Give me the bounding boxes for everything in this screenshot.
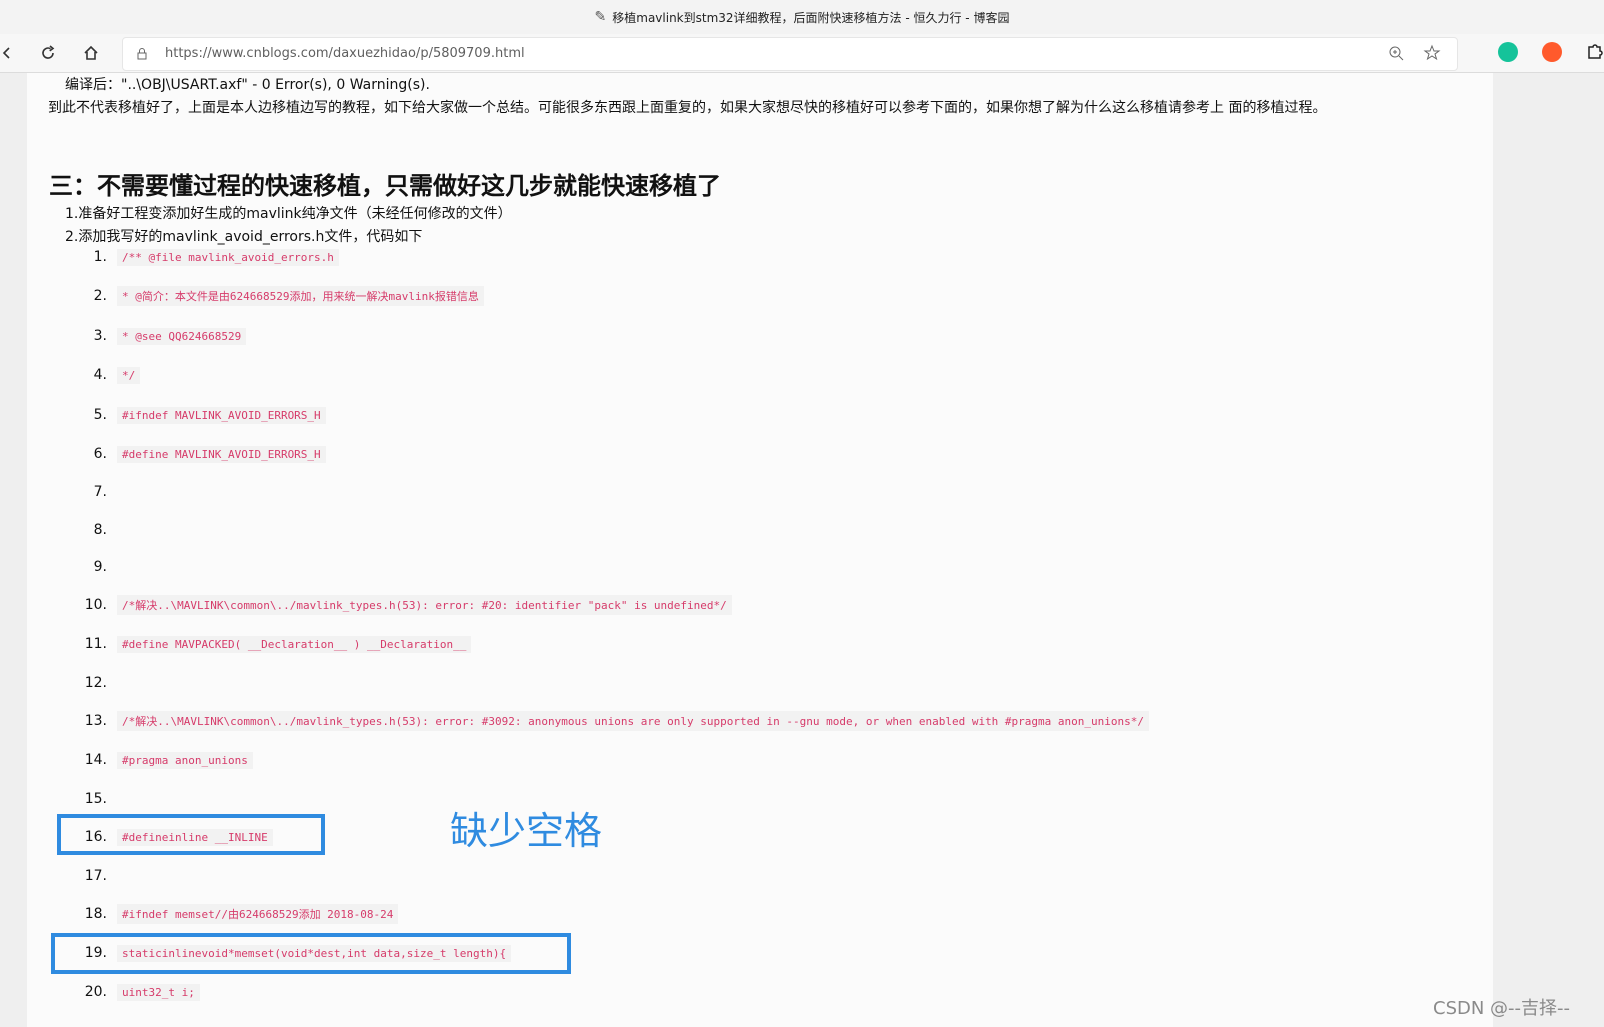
code-line: 14. #pragma anon_unions xyxy=(67,750,253,770)
code-line: 11. #define MAVPACKED( __Declaration__ ) … xyxy=(67,634,472,654)
code-line: 13. /*解决..\MAVLINK\common\../mavlink_type… xyxy=(67,711,1150,731)
line-number: 7. xyxy=(93,484,107,500)
code-line: 15. xyxy=(67,789,117,809)
code-line: 5. #ifndef MAVLINK_AVOID_ERRORS_H xyxy=(67,405,326,425)
back-icon[interactable] xyxy=(0,42,18,64)
code-text: #define MAVLINK_AVOID_ERRORS_H xyxy=(117,445,326,463)
code-text: #pragma anon_unions xyxy=(117,751,253,769)
code-text: /** @file mavlink_avoid_errors.h xyxy=(117,248,339,266)
code-line: 8. xyxy=(67,520,117,540)
code-text: uint32_t i; xyxy=(117,983,200,1001)
code-line: 9. xyxy=(67,557,117,577)
article-content: 编译后："..\OBJ\USART.axf" - 0 Error(s), 0 W… xyxy=(27,73,1493,1027)
line-number: 2. xyxy=(93,288,107,304)
line-number: 10. xyxy=(84,597,107,613)
compile-result-text: 编译后："..\OBJ\USART.axf" - 0 Error(s), 0 W… xyxy=(65,77,430,93)
code-text: #define MAVPACKED( __Declaration__ ) __D… xyxy=(117,635,472,653)
refresh-icon[interactable] xyxy=(37,42,59,64)
code-line: 1. /** @file mavlink_avoid_errors.h xyxy=(67,247,339,267)
line-number: 14. xyxy=(84,752,107,768)
code-line: 4. */ xyxy=(67,365,141,385)
extension-icon[interactable] xyxy=(1542,42,1562,62)
highlight-box-line-16 xyxy=(57,814,325,855)
code-line: 6. #define MAVLINK_AVOID_ERRORS_H xyxy=(67,444,326,464)
window-title: 移植mavlink到stm32详细教程，后面附快速移植方法 - 恒久力行 - 博… xyxy=(612,10,1010,25)
puzzle-icon[interactable] xyxy=(1585,42,1604,66)
code-line: 17. xyxy=(67,866,117,886)
line-number: 6. xyxy=(93,446,107,462)
code-line: 10. /*解决..\MAVLINK\common\../mavlink_type… xyxy=(67,595,732,615)
lock-icon xyxy=(135,46,149,65)
line-number: 4. xyxy=(93,367,107,383)
line-number: 15. xyxy=(84,791,107,807)
line-number: 12. xyxy=(84,675,107,691)
code-line: 18. #ifndef memset//由624668529添加 2018-08-… xyxy=(67,904,399,924)
address-bar[interactable]: https://www.cnblogs.com/daxuezhidao/p/58… xyxy=(122,37,1458,71)
line-number: 1. xyxy=(93,249,107,265)
line-number: 8. xyxy=(93,522,107,538)
summary-paragraph: 到此不代表移植好了，上面是本人边移植边写的教程，如下给大家做一个总结。可能很多东… xyxy=(48,100,1327,116)
code-line: 20. uint32_t i; xyxy=(67,982,200,1002)
code-text: /*解决..\MAVLINK\common\../mavlink_types.h… xyxy=(117,711,1150,731)
url-text: https://www.cnblogs.com/daxuezhidao/p/58… xyxy=(165,46,525,61)
code-text: * @简介：本文件是由624668529添加，用来统一解决mavlink报错信息 xyxy=(117,286,484,306)
home-icon[interactable] xyxy=(80,42,102,64)
line-number: 17. xyxy=(84,868,107,884)
browser-toolbar: https://www.cnblogs.com/daxuezhidao/p/58… xyxy=(0,34,1604,73)
code-line: 3. * @see QQ624668529 xyxy=(67,326,247,346)
line-number: 9. xyxy=(93,559,107,575)
code-line: 7. xyxy=(67,482,117,502)
line-number: 13. xyxy=(84,713,107,729)
step-2: 2.添加我写好的mavlink_avoid_errors.h文件，代码如下 xyxy=(65,229,423,245)
step-1: 1.准备好工程变添加好生成的mavlink纯净文件（未经任何修改的文件） xyxy=(65,206,512,222)
window-titlebar: ✎ 移植mavlink到stm32详细教程，后面附快速移植方法 - 恒久力行 -… xyxy=(0,0,1604,34)
code-text: /*解决..\MAVLINK\common\../mavlink_types.h… xyxy=(117,595,732,615)
code-text: * @see QQ624668529 xyxy=(117,327,247,345)
code-text: #ifndef MAVLINK_AVOID_ERRORS_H xyxy=(117,406,326,424)
line-number: 11. xyxy=(84,636,107,652)
grammarly-icon[interactable] xyxy=(1498,42,1518,62)
csdn-watermark: CSDN @--吉择-- xyxy=(1433,998,1571,1019)
annotation-text: 缺少空格 xyxy=(450,809,603,853)
code-text: */ xyxy=(117,366,141,384)
site-favicon-icon: ✎ xyxy=(594,9,607,25)
page-background: 编译后："..\OBJ\USART.axf" - 0 Error(s), 0 W… xyxy=(0,73,1604,1027)
code-line: 12. xyxy=(67,673,117,693)
highlight-box-line-19 xyxy=(51,933,571,974)
line-number: 20. xyxy=(84,984,107,1000)
line-number: 3. xyxy=(93,328,107,344)
line-number: 5. xyxy=(93,407,107,423)
zoom-icon[interactable] xyxy=(1387,44,1405,66)
favorite-icon[interactable] xyxy=(1423,44,1441,66)
section-heading: 三：不需要懂过程的快速移植，只需做好这几步就能快速移植了 xyxy=(49,172,721,200)
code-line: 2. * @简介：本文件是由624668529添加，用来统一解决mavlink报错… xyxy=(67,286,484,306)
code-text: #ifndef memset//由624668529添加 2018-08-24 xyxy=(117,904,399,924)
line-number: 18. xyxy=(84,906,107,922)
